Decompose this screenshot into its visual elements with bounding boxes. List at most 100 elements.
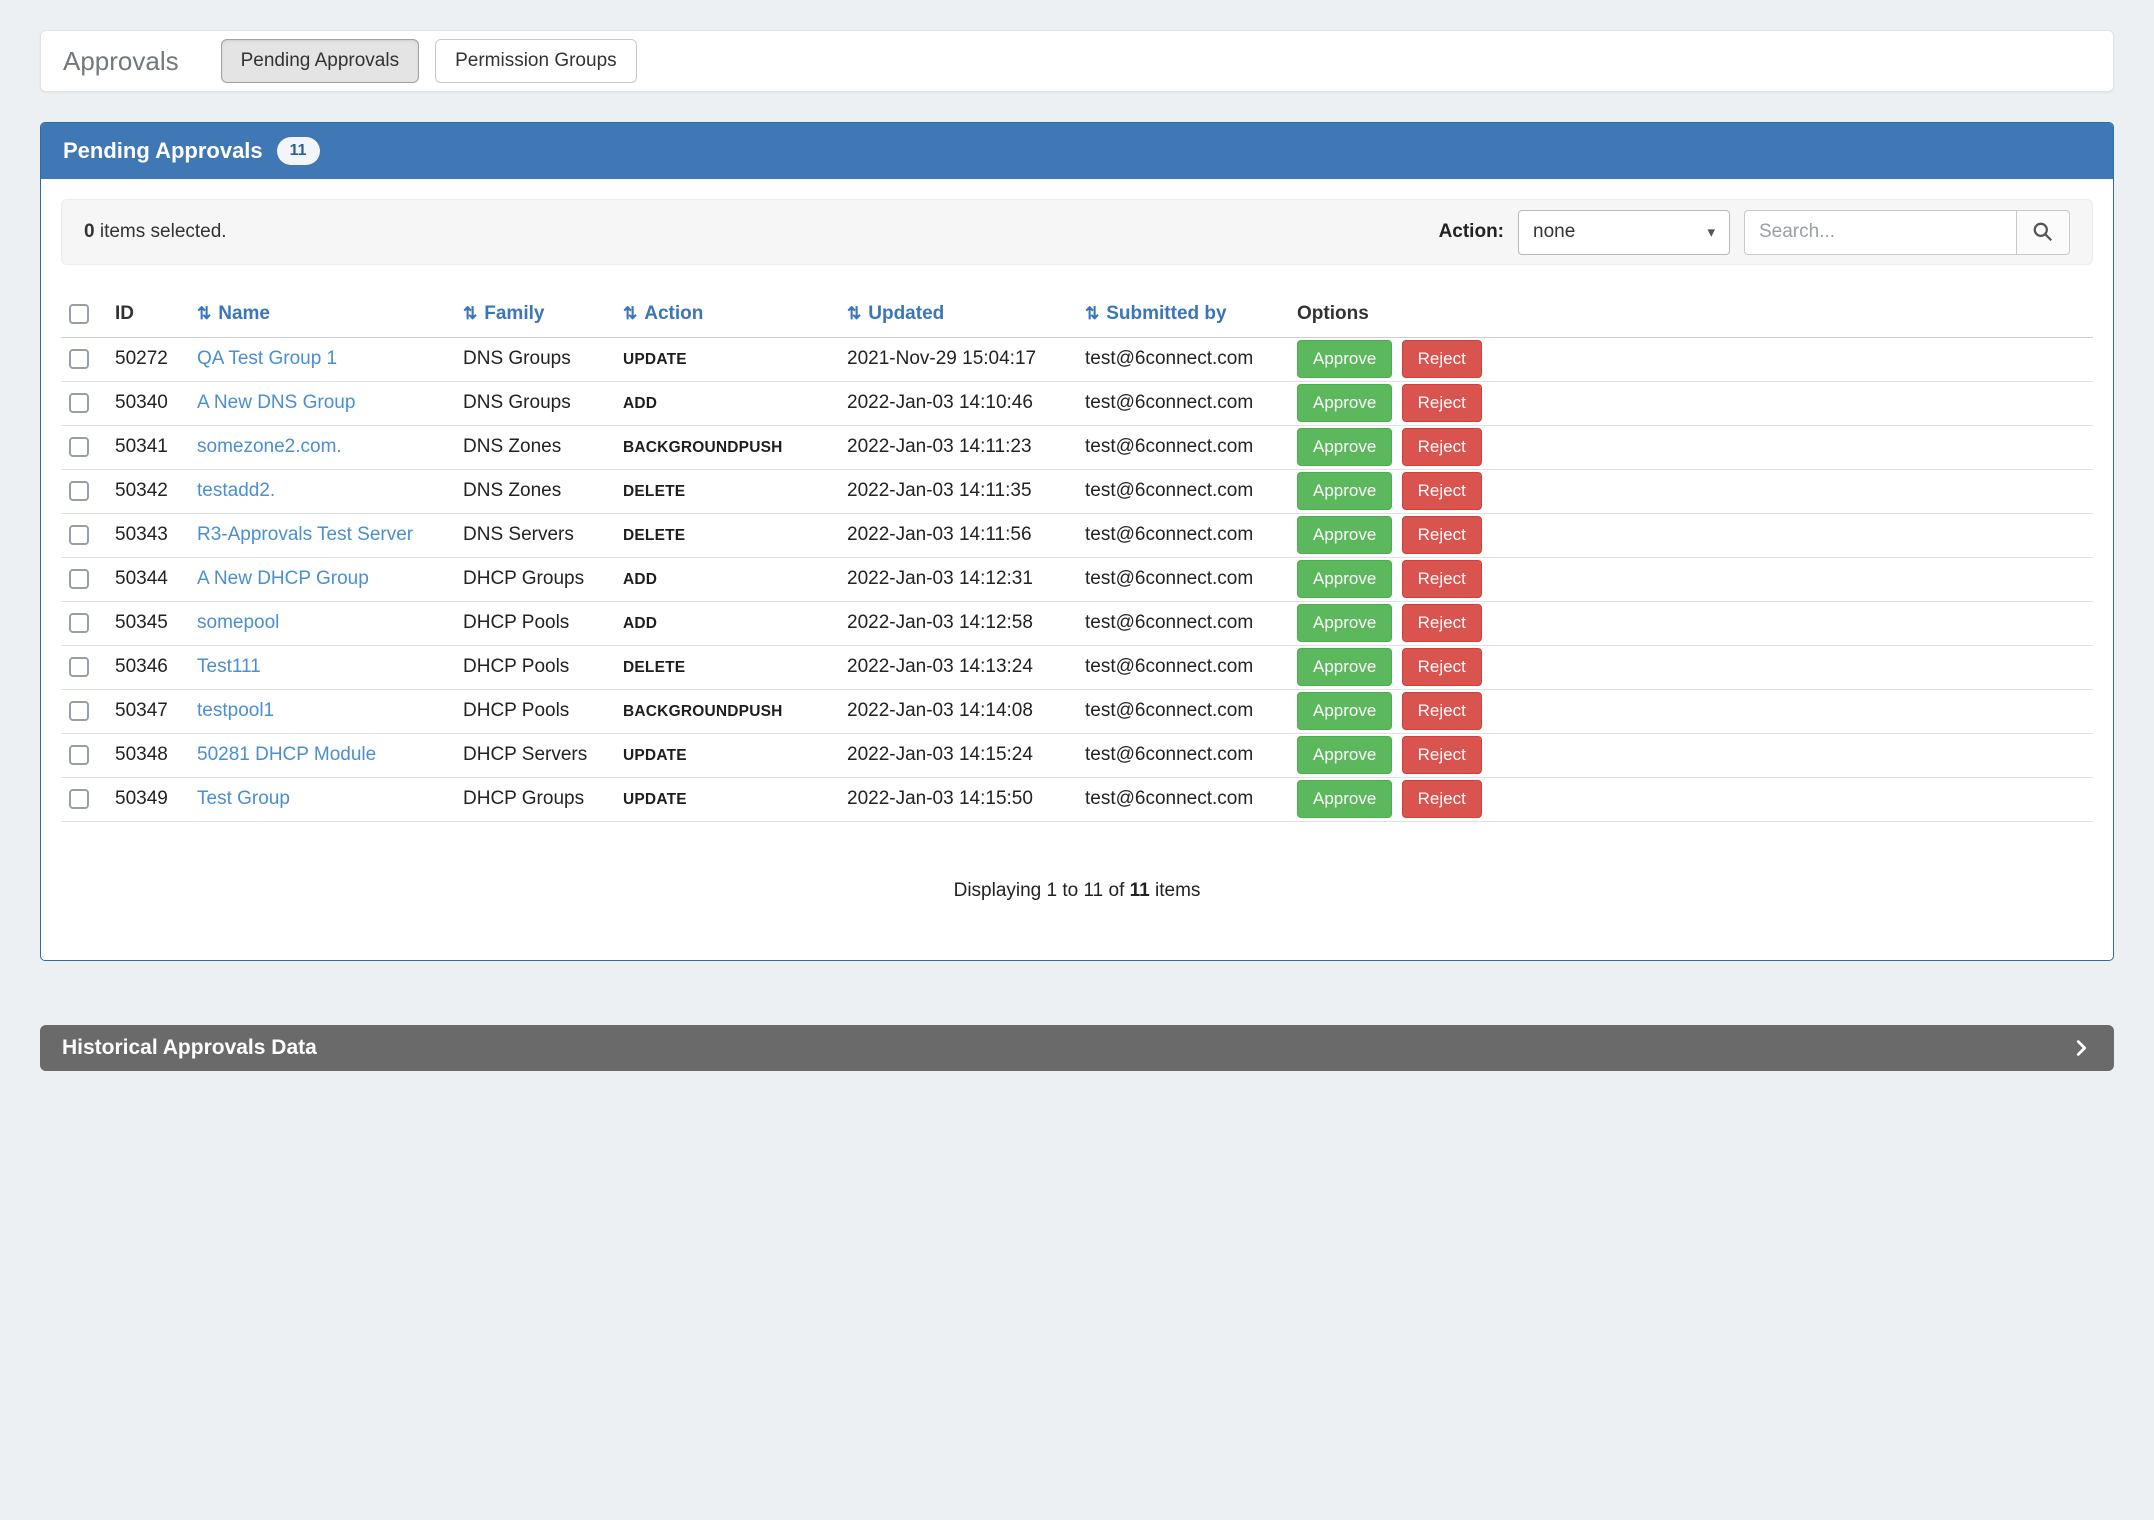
row-name-link[interactable]: 50281 DHCP Module — [197, 744, 376, 765]
row-action-cell: BACKGROUNDPUSH — [615, 689, 839, 733]
row-checkbox[interactable] — [69, 437, 89, 457]
row-action: ADD — [623, 571, 657, 588]
column-header-updated[interactable]: ⇅Updated — [839, 291, 1077, 337]
reject-button[interactable]: Reject — [1402, 560, 1482, 598]
row-name-cell: somepool — [189, 601, 455, 645]
reject-button[interactable]: Reject — [1402, 428, 1482, 466]
row-updated: 2022-Jan-03 14:12:58 — [839, 601, 1077, 645]
row-options-cell: Approve Reject — [1289, 381, 2093, 425]
reject-button[interactable]: Reject — [1402, 648, 1482, 686]
row-action: UPDATE — [623, 747, 687, 764]
row-action-cell: DELETE — [615, 469, 839, 513]
row-family: DHCP Pools — [455, 689, 615, 733]
reject-button[interactable]: Reject — [1402, 692, 1482, 730]
row-checkbox[interactable] — [69, 393, 89, 413]
row-checkbox-cell — [61, 601, 107, 645]
row-id: 50272 — [107, 337, 189, 381]
reject-button[interactable]: Reject — [1402, 604, 1482, 642]
row-id: 50342 — [107, 469, 189, 513]
column-header-action[interactable]: ⇅Action — [615, 291, 839, 337]
row-checkbox-cell — [61, 425, 107, 469]
row-name-cell: R3-Approvals Test Server — [189, 513, 455, 557]
table-row: 50342 testadd2. DNS Zones DELETE 2022-Ja… — [61, 469, 2093, 513]
row-options-cell: Approve Reject — [1289, 337, 2093, 381]
row-action-cell: ADD — [615, 557, 839, 601]
approve-button[interactable]: Approve — [1297, 692, 1392, 730]
row-checkbox-cell — [61, 513, 107, 557]
search-button[interactable] — [2016, 210, 2070, 255]
row-checkbox[interactable] — [69, 569, 89, 589]
row-options-cell: Approve Reject — [1289, 469, 2093, 513]
reject-button[interactable]: Reject — [1402, 472, 1482, 510]
approve-button[interactable]: Approve — [1297, 648, 1392, 686]
reject-button[interactable]: Reject — [1402, 780, 1482, 818]
approve-button[interactable]: Approve — [1297, 340, 1392, 378]
approve-button[interactable]: Approve — [1297, 780, 1392, 818]
row-submitted-by: test@6connect.com — [1077, 689, 1289, 733]
row-checkbox[interactable] — [69, 657, 89, 677]
row-action: UPDATE — [623, 351, 687, 368]
row-submitted-by: test@6connect.com — [1077, 601, 1289, 645]
row-action-cell: UPDATE — [615, 337, 839, 381]
row-name-link[interactable]: somepool — [197, 612, 279, 633]
row-name-cell: testadd2. — [189, 469, 455, 513]
reject-button[interactable]: Reject — [1402, 384, 1482, 422]
tab-permission-groups[interactable]: Permission Groups — [435, 39, 637, 83]
column-header-name[interactable]: ⇅Name — [189, 291, 455, 337]
approve-button[interactable]: Approve — [1297, 472, 1392, 510]
row-options-cell: Approve Reject — [1289, 733, 2093, 777]
approve-button[interactable]: Approve — [1297, 604, 1392, 642]
row-name-link[interactable]: R3-Approvals Test Server — [197, 524, 413, 545]
row-checkbox[interactable] — [69, 613, 89, 633]
approve-button[interactable]: Approve — [1297, 516, 1392, 554]
historical-approvals-bar[interactable]: Historical Approvals Data — [40, 1025, 2114, 1071]
row-checkbox[interactable] — [69, 701, 89, 721]
reject-button[interactable]: Reject — [1402, 516, 1482, 554]
column-header-submitted-by[interactable]: ⇅Submitted by — [1077, 291, 1289, 337]
approvals-table: ID ⇅Name ⇅Family ⇅Action ⇅Updated ⇅Submi… — [61, 291, 2093, 822]
row-checkbox-cell — [61, 557, 107, 601]
row-name-link[interactable]: A New DHCP Group — [197, 568, 369, 589]
row-submitted-by: test@6connect.com — [1077, 381, 1289, 425]
row-checkbox-cell — [61, 777, 107, 821]
row-checkbox[interactable] — [69, 789, 89, 809]
row-name-link[interactable]: somezone2.com. — [197, 436, 342, 457]
select-all-checkbox[interactable] — [69, 304, 89, 324]
page-title: Approvals — [63, 46, 179, 77]
reject-button[interactable]: Reject — [1402, 340, 1482, 378]
action-select[interactable]: none ▾ — [1518, 210, 1730, 255]
row-name-link[interactable]: A New DNS Group — [197, 392, 355, 413]
approvals-table-body: 50272 QA Test Group 1 DNS Groups UPDATE … — [61, 337, 2093, 821]
pending-approvals-panel: Pending Approvals 11 0 items selected. A… — [40, 122, 2114, 961]
action-label: Action: — [1439, 221, 1504, 243]
row-name-link[interactable]: Test Group — [197, 788, 290, 809]
column-header-family[interactable]: ⇅Family — [455, 291, 615, 337]
row-checkbox[interactable] — [69, 525, 89, 545]
row-name-link[interactable]: testadd2. — [197, 480, 275, 501]
search-input[interactable] — [1744, 210, 2016, 255]
row-submitted-by: test@6connect.com — [1077, 557, 1289, 601]
row-checkbox[interactable] — [69, 745, 89, 765]
row-name-cell: Test111 — [189, 645, 455, 689]
row-family: DNS Groups — [455, 381, 615, 425]
row-family: DNS Zones — [455, 425, 615, 469]
row-name-link[interactable]: testpool1 — [197, 700, 274, 721]
tab-pending-approvals[interactable]: Pending Approvals — [221, 39, 419, 83]
column-header-options: Options — [1289, 291, 2093, 337]
row-checkbox[interactable] — [69, 349, 89, 369]
approve-button[interactable]: Approve — [1297, 384, 1392, 422]
row-id: 50345 — [107, 601, 189, 645]
action-select-value: none — [1533, 221, 1575, 243]
row-submitted-by: test@6connect.com — [1077, 513, 1289, 557]
row-checkbox[interactable] — [69, 481, 89, 501]
approve-button[interactable]: Approve — [1297, 560, 1392, 598]
row-name-link[interactable]: QA Test Group 1 — [197, 348, 337, 369]
toolbar: 0 items selected. Action: none ▾ — [61, 199, 2093, 265]
row-updated: 2022-Jan-03 14:11:35 — [839, 469, 1077, 513]
row-action: DELETE — [623, 483, 685, 500]
approve-button[interactable]: Approve — [1297, 736, 1392, 774]
pagination-summary: Displaying 1 to 11 of 11 items — [41, 880, 2113, 902]
row-name-link[interactable]: Test111 — [197, 656, 261, 677]
approve-button[interactable]: Approve — [1297, 428, 1392, 466]
reject-button[interactable]: Reject — [1402, 736, 1482, 774]
